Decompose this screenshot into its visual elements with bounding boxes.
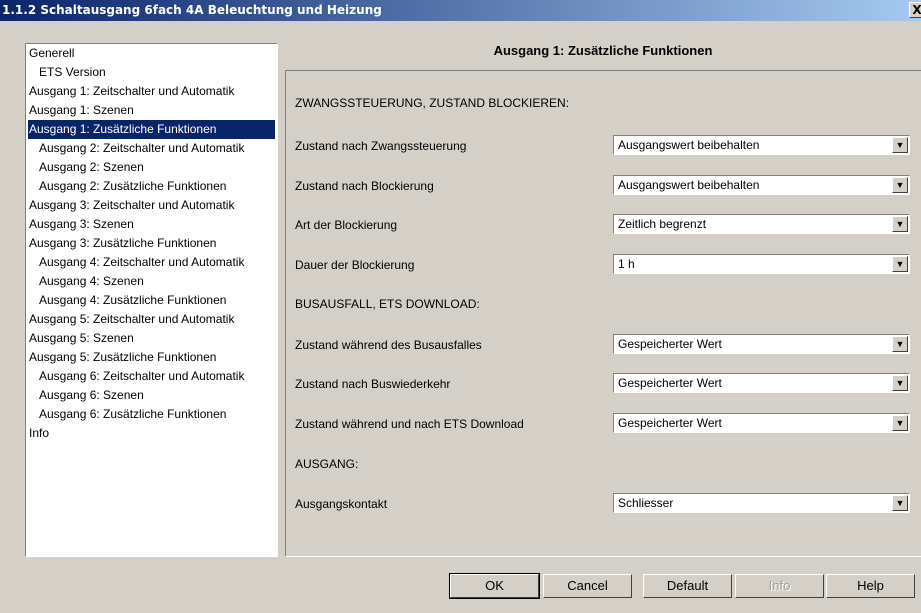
- tree-item-selected[interactable]: Ausgang 1: Zusätzliche Funktionen: [28, 120, 275, 139]
- tree-item[interactable]: Ausgang 4: Zusätzliche Funktionen: [26, 291, 277, 310]
- tree-item[interactable]: Ausgang 2: Szenen: [26, 158, 277, 177]
- param-dropdown[interactable]: Gespeicherter Wert ▼: [613, 413, 910, 433]
- param-label: Zustand während und nach ETS Download: [295, 417, 524, 431]
- tree-item[interactable]: Generell: [26, 44, 277, 63]
- tree-item[interactable]: Ausgang 3: Zeitschalter und Automatik: [26, 196, 277, 215]
- tree-item[interactable]: Ausgang 4: Zeitschalter und Automatik: [26, 253, 277, 272]
- help-button[interactable]: Help: [826, 574, 915, 598]
- param-dropdown[interactable]: Gespeicherter Wert ▼: [613, 373, 910, 393]
- section-heading-forced: ZWANGSSTEUERUNG, ZUSTAND BLOCKIEREN:: [295, 96, 570, 110]
- param-dropdown[interactable]: Zeitlich begrenzt ▼: [613, 214, 910, 234]
- tree-item[interactable]: Ausgang 4: Szenen: [26, 272, 277, 291]
- param-label: Zustand während des Busausfalles: [295, 338, 482, 352]
- param-label: Art der Blockierung: [295, 218, 398, 232]
- param-label: Zustand nach Buswiederkehr: [295, 377, 451, 391]
- window-title: 1.1.2 Schaltausgang 6fach 4A Beleuchtung…: [2, 3, 382, 17]
- tree-item[interactable]: Info: [26, 424, 277, 443]
- tree-item[interactable]: Ausgang 3: Szenen: [26, 215, 277, 234]
- param-dropdown[interactable]: Schliesser ▼: [613, 493, 910, 513]
- tree-item[interactable]: Ausgang 5: Szenen: [26, 329, 277, 348]
- info-button[interactable]: Info: [735, 574, 824, 598]
- chevron-down-icon[interactable]: ▼: [892, 177, 908, 193]
- dropdown-value: Gespeicherter Wert: [618, 376, 722, 390]
- dropdown-value: Schliesser: [618, 496, 674, 510]
- param-dropdown[interactable]: 1 h ▼: [613, 254, 910, 274]
- param-dropdown[interactable]: Gespeicherter Wert ▼: [613, 334, 910, 354]
- tree-item[interactable]: Ausgang 2: Zeitschalter und Automatik: [26, 139, 277, 158]
- tree-item[interactable]: Ausgang 2: Zusätzliche Funktionen: [26, 177, 277, 196]
- dropdown-value: Zeitlich begrenzt: [618, 217, 707, 231]
- tree-item[interactable]: Ausgang 5: Zusätzliche Funktionen: [26, 348, 277, 367]
- param-label: Zustand nach Zwangssteuerung: [295, 139, 467, 153]
- chevron-down-icon[interactable]: ▼: [892, 415, 908, 431]
- param-label: Zustand nach Blockierung: [295, 179, 434, 193]
- chevron-down-icon[interactable]: ▼: [892, 336, 908, 352]
- section-heading-output: AUSGANG:: [295, 457, 359, 471]
- section-heading-bus: BUSAUSFALL, ETS DOWNLOAD:: [295, 297, 480, 311]
- chevron-down-icon[interactable]: ▼: [892, 256, 908, 272]
- default-button[interactable]: Default: [643, 574, 732, 598]
- tree-item[interactable]: Ausgang 6: Zeitschalter und Automatik: [26, 367, 277, 386]
- window-titlebar[interactable]: 1.1.2 Schaltausgang 6fach 4A Beleuchtung…: [0, 0, 921, 21]
- tree-item[interactable]: ETS Version: [26, 63, 277, 82]
- tree-item[interactable]: Ausgang 1: Szenen: [26, 101, 277, 120]
- parameter-tree[interactable]: Generell ETS Version Ausgang 1: Zeitscha…: [25, 43, 278, 557]
- tree-item[interactable]: Ausgang 1: Zeitschalter und Automatik: [26, 82, 277, 101]
- chevron-down-icon[interactable]: ▼: [892, 137, 908, 153]
- dropdown-value: 1 h: [618, 257, 635, 271]
- chevron-down-icon[interactable]: ▼: [892, 495, 908, 511]
- dropdown-value: Ausgangswert beibehalten: [618, 138, 760, 152]
- dropdown-value: Gespeicherter Wert: [618, 416, 722, 430]
- panel-title: Ausgang 1: Zusätzliche Funktionen: [493, 43, 713, 58]
- dropdown-value: Gespeicherter Wert: [618, 337, 722, 351]
- param-label: Dauer der Blockierung: [295, 258, 415, 272]
- tree-item[interactable]: Ausgang 6: Zusätzliche Funktionen: [26, 405, 277, 424]
- dropdown-value: Ausgangswert beibehalten: [618, 178, 760, 192]
- tree-item[interactable]: Ausgang 6: Szenen: [26, 386, 277, 405]
- tree-item[interactable]: Ausgang 5: Zeitschalter und Automatik: [26, 310, 277, 329]
- param-dropdown[interactable]: Ausgangswert beibehalten ▼: [613, 135, 910, 155]
- param-dropdown[interactable]: Ausgangswert beibehalten ▼: [613, 175, 910, 195]
- chevron-down-icon[interactable]: ▼: [892, 216, 908, 232]
- tree-item[interactable]: Ausgang 3: Zusätzliche Funktionen: [26, 234, 277, 253]
- ok-button[interactable]: OK: [449, 573, 540, 599]
- param-label: Ausgangskontakt: [295, 497, 388, 511]
- cancel-button[interactable]: Cancel: [543, 574, 632, 598]
- chevron-down-icon[interactable]: ▼: [892, 375, 908, 391]
- close-icon[interactable]: X: [909, 2, 921, 18]
